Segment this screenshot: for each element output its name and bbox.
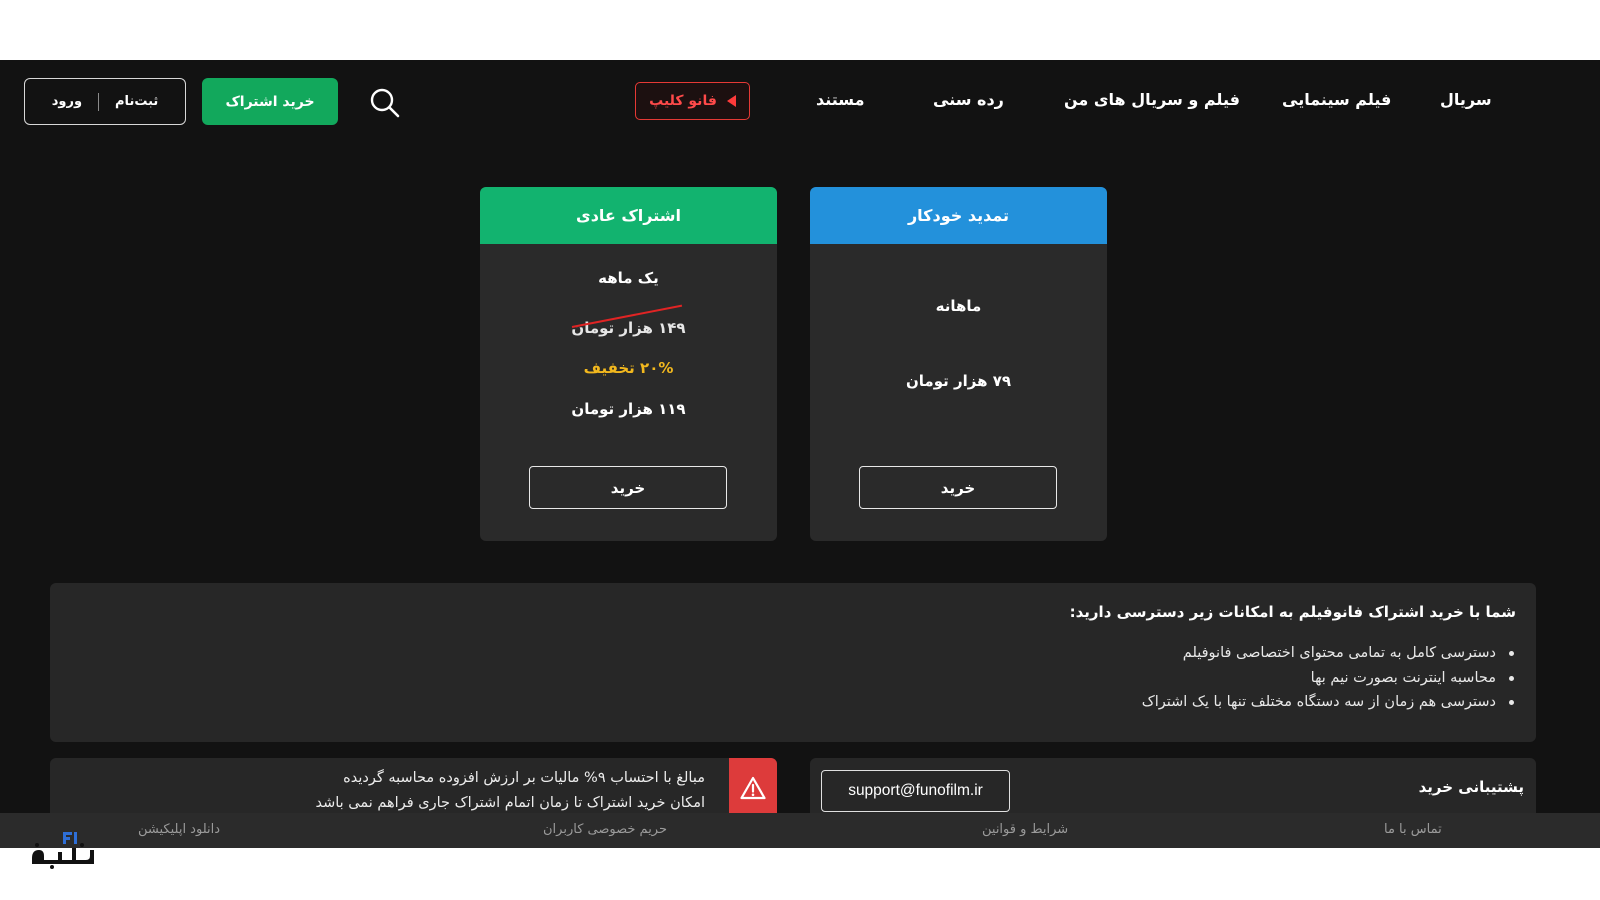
plan-card-regular: اشتراک عادی یک ماهه ۱۴۹ هزار تومان ۲۰% ت… xyxy=(480,187,777,541)
nav-movies[interactable]: فیلم سینمایی xyxy=(1282,90,1391,109)
plan-header-auto-renew: تمدید خودکار xyxy=(810,187,1107,244)
features-title: شما با خرید اشتراک فانوفیلم به امکانات ز… xyxy=(1069,603,1516,621)
plan-card-auto-renew: تمدید خودکار ماهانه ۷۹ هزار تومان خرید xyxy=(810,187,1107,541)
buy-subscription-button[interactable]: خرید اشتراک xyxy=(202,78,338,125)
buy-button-auto-renew[interactable]: خرید xyxy=(859,466,1057,509)
warning-icon xyxy=(729,758,777,818)
nav-my-list[interactable]: فیلم و سریال های من xyxy=(1064,90,1240,109)
fano-clip-label: فانو کلیپ xyxy=(649,93,717,109)
plan-header-regular: اشتراک عادی xyxy=(480,187,777,244)
tax-notice: مبالغ با احتساب ۹% مالیات بر ارزش افزوده… xyxy=(50,758,777,818)
support-title: پشتیبانی خرید xyxy=(1418,778,1524,796)
support-email-button[interactable]: support@funofilm.ir xyxy=(821,770,1010,812)
play-icon xyxy=(726,95,736,107)
support-panel: پشتیبانی خرید support@funofilm.ir xyxy=(810,758,1536,818)
nav-age-rating[interactable]: رده سنی xyxy=(933,90,1004,109)
auth-divider xyxy=(98,92,100,111)
auth-box: ورود ثبت‌نام xyxy=(24,78,186,125)
feature-item: محاسبه اینترنت بصورت نیم بها xyxy=(70,666,1514,691)
plan-price: ۷۹ هزار تومان xyxy=(905,372,1012,390)
features-list: دسترسی کامل به تمامی محتوای اختصاصی فانو… xyxy=(70,641,1516,715)
plan-discount: ۲۰% تخفیف xyxy=(583,359,674,377)
footer-download-app-link[interactable]: دانلود اپلیکیشن xyxy=(138,822,220,837)
features-panel: شما با خرید اشتراک فانوفیلم به امکانات ز… xyxy=(50,583,1536,742)
register-link[interactable]: ثبت‌نام xyxy=(115,94,158,109)
ebazaar-logo xyxy=(32,832,94,869)
plan-old-price: ۱۴۹ هزار تومان xyxy=(571,319,686,337)
footer-contact-link[interactable]: تماس با ما xyxy=(1384,822,1442,837)
feature-item: دسترسی هم زمان از سه دستگاه مختلف تنها ب… xyxy=(70,690,1514,715)
login-link[interactable]: ورود xyxy=(52,94,82,109)
notice-line: مبالغ با احتساب ۹% مالیات بر ارزش افزوده… xyxy=(343,770,705,786)
plan-duration: یک ماهه xyxy=(598,269,659,287)
search-icon[interactable] xyxy=(368,86,402,120)
nav-documentary[interactable]: مستند xyxy=(816,90,865,109)
notice-text: مبالغ با احتساب ۹% مالیات بر ارزش افزوده… xyxy=(315,766,705,816)
plan-price: ۱۱۹ هزار تومان xyxy=(571,400,686,418)
plan-duration: ماهانه xyxy=(935,297,982,315)
feature-item: دسترسی کامل به تمامی محتوای اختصاصی فانو… xyxy=(70,641,1514,666)
nav-series[interactable]: سریال xyxy=(1440,90,1492,109)
footer: تماس با ما شرایط و قوانین حریم خصوصی کار… xyxy=(0,813,1600,848)
app-window: سریال فیلم سینمایی فیلم و سریال های من ر… xyxy=(0,60,1600,848)
buy-button-regular[interactable]: خرید xyxy=(529,466,727,509)
footer-privacy-link[interactable]: حریم خصوصی کاربران xyxy=(543,822,667,837)
fano-clip-button[interactable]: فانو کلیپ xyxy=(635,82,750,120)
footer-terms-link[interactable]: شرایط و قوانین xyxy=(982,822,1068,837)
